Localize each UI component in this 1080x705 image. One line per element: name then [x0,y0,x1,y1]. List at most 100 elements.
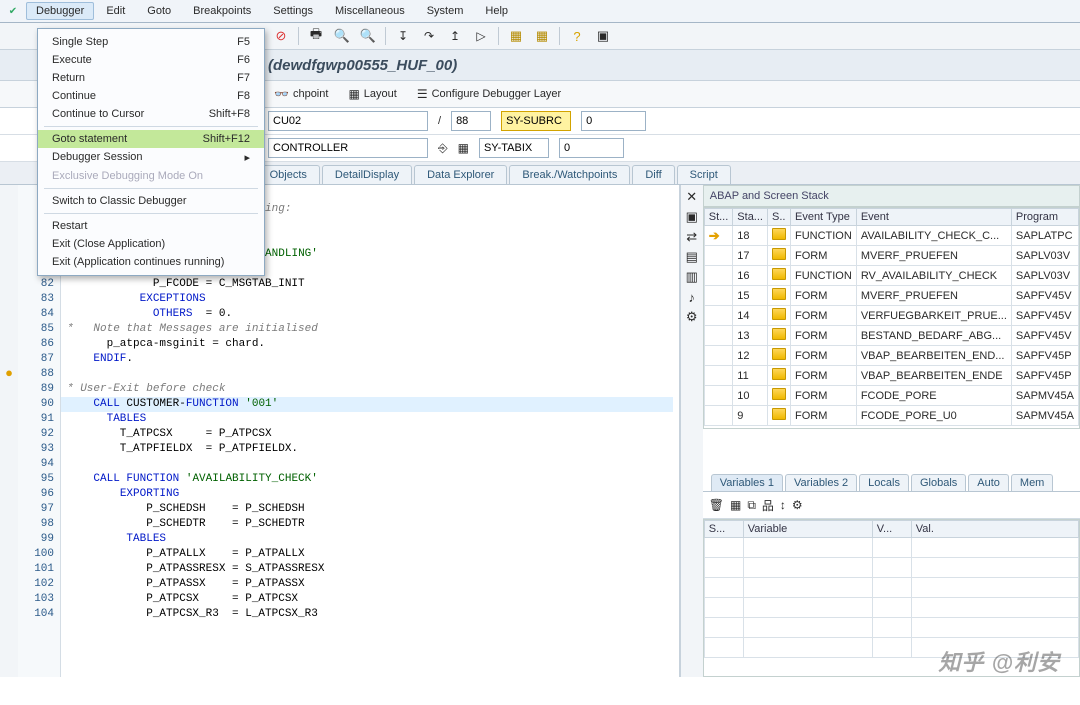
sy-subrc-value [581,111,646,131]
menu-item-exit-continue[interactable]: Exit (Application continues running) [38,253,264,271]
var-tabs: Variables 1 Variables 2 Locals Globals A… [703,469,1080,492]
tab-vars1[interactable]: Variables 1 [711,474,783,491]
step-over-icon[interactable]: ↷ [418,25,440,47]
stack-type-icon [772,268,786,280]
menu-item-single-step[interactable]: Single StepF5 [38,33,264,51]
stack-row[interactable]: ➔18FUNCTIONAVAILABILITY_CHECK_C...SAPLAT… [704,226,1078,246]
layout-icon: ▦ [348,87,359,101]
menu-misc[interactable]: Miscellaneous [325,2,415,20]
tab-diff[interactable]: Diff [632,165,674,184]
var-row[interactable] [704,578,1078,598]
tab-locals[interactable]: Locals [859,474,909,491]
find-next-icon[interactable]: 🔍 [357,25,379,47]
step-out-icon[interactable]: ↥ [444,25,466,47]
tab-script[interactable]: Script [677,165,731,184]
menu-item-continue[interactable]: ContinueF8 [38,87,264,105]
delete-var-icon[interactable]: 🗑 [709,498,724,512]
tab-vars2[interactable]: Variables 2 [785,474,857,491]
step-into-icon[interactable]: ↧ [392,25,414,47]
menu-system[interactable]: System [417,2,474,20]
menu-item-continue-to-cursor[interactable]: Continue to CursorShift+F8 [38,105,264,123]
var-col-v[interactable]: V... [872,521,911,538]
menu-item-goto-statement[interactable]: Goto statementShift+F12 [38,130,264,148]
submenu-arrow-icon: ▸ [244,151,250,164]
stack-row[interactable]: 11FORMVBAP_BEARBEITEN_ENDESAPFV45P [704,366,1078,386]
sy-tabix-label [479,138,549,158]
var-row[interactable] [704,618,1078,638]
print-icon[interactable]: 🖶 [305,25,327,47]
breakpoint-gutter[interactable]: ● [0,185,18,677]
watermark: 知乎 @利安 [938,645,1060,677]
tab-globals[interactable]: Globals [911,474,966,491]
panel-icon-6[interactable]: ♪ [683,289,701,305]
menu-breakpoints[interactable]: Breakpoints [183,2,261,20]
nav-icon-1[interactable]: ⎆ [438,141,448,156]
find-icon[interactable]: 🔍 [331,25,353,47]
expand-panel-icon[interactable]: ▣ [683,209,701,225]
tab-mem[interactable]: Mem [1011,474,1053,491]
continue-icon[interactable]: ▷ [470,25,492,47]
stack-row[interactable]: 17FORMMVERF_PRUEFENSAPLV03V [704,246,1078,266]
page-title: (dewdfgwp00555_HUF_00) [268,57,457,74]
tab-auto[interactable]: Auto [968,474,1009,491]
stack-type-icon [772,368,786,380]
tab-data-explorer[interactable]: Data Explorer [414,165,507,184]
hierarchy-icon[interactable]: 品 [762,497,774,514]
tab-objects[interactable]: Objects [257,165,320,184]
line-input[interactable] [451,111,491,131]
stack-row[interactable]: 14FORMVERFUEGBARKEIT_PRUE...SAPFV45V [704,306,1078,326]
stack-row[interactable]: 16FUNCTIONRV_AVAILABILITY_CHECKSAPLV03V [704,266,1078,286]
grid-icon[interactable]: ▦ [730,498,741,512]
menu-item-restart[interactable]: Restart [38,217,264,235]
menu-item-execute[interactable]: ExecuteF6 [38,51,264,69]
settings-icon[interactable]: ▣ [592,25,614,47]
tool-icon[interactable]: ⚙ [792,498,803,512]
stack-title: ABAP and Screen Stack [703,185,1080,207]
controller-input[interactable] [268,138,428,158]
menu-edit[interactable]: Edit [96,2,135,20]
stack-grid[interactable]: St...Sta...S..Event TypeEventProgram➔18F… [703,207,1080,429]
menu-settings[interactable]: Settings [263,2,323,20]
var-row[interactable] [704,538,1078,558]
panel-icon-4[interactable]: ▤ [683,249,701,265]
stack-row[interactable]: 9FORMFCODE_PORE_U0SAPMV45A [704,406,1078,426]
tab-detail[interactable]: DetailDisplay [322,165,412,184]
menu-help[interactable]: Help [475,2,518,20]
program-input[interactable] [268,111,428,131]
var-col-variable[interactable]: Variable [743,521,872,538]
close-panel-icon[interactable]: ✕ [683,189,701,205]
menu-item-debugger-session[interactable]: Debugger Session▸ [38,148,264,167]
stack-type-icon [772,388,786,400]
var-col-s[interactable]: S... [704,521,743,538]
tool2-icon[interactable]: ▦ [531,25,553,47]
stack-row[interactable]: 10FORMFCODE_PORESAPMV45A [704,386,1078,406]
var-row[interactable] [704,598,1078,618]
stack-row[interactable]: 12FORMVBAP_BEARBEITEN_END...SAPFV45P [704,346,1078,366]
var-row[interactable] [704,558,1078,578]
tab-breakpoints[interactable]: Break./Watchpoints [509,165,630,184]
panel-icon-7[interactable]: ⚙ [683,309,701,325]
menu-item-exit-close[interactable]: Exit (Close Application) [38,235,264,253]
sort-icon[interactable]: ↕ [780,498,786,512]
watchpoint-button[interactable]: 👓chpoint [268,85,334,103]
configure-layer-button[interactable]: ☰Configure Debugger Layer [411,85,567,103]
tool1-icon[interactable]: ▦ [505,25,527,47]
stack-type-icon [772,348,786,360]
layer-icon: ☰ [417,87,428,101]
swap-panel-icon[interactable]: ⇄ [683,229,701,245]
nav-icon-2[interactable]: ▦ [458,141,469,155]
menu-goto[interactable]: Goto [137,2,181,20]
sy-subrc-label[interactable] [501,111,571,131]
stack-type-icon [772,408,786,420]
cancel-icon[interactable]: ⊘ [270,25,292,47]
menu-item-return[interactable]: ReturnF7 [38,69,264,87]
stack-row[interactable]: 15FORMMVERF_PRUEFENSAPFV45V [704,286,1078,306]
layout-button[interactable]: ▦Layout [342,85,402,103]
menu-debugger[interactable]: Debugger [26,2,94,20]
copy-var-icon[interactable]: ⧉ [747,498,756,513]
stack-row[interactable]: 13FORMBESTAND_BEDARF_ABG...SAPFV45V [704,326,1078,346]
panel-icon-5[interactable]: ▥ [683,269,701,285]
help-icon[interactable]: ? [566,25,588,47]
var-col-val[interactable]: Val. [911,521,1078,538]
menu-item-switch-classic[interactable]: Switch to Classic Debugger [38,192,264,210]
